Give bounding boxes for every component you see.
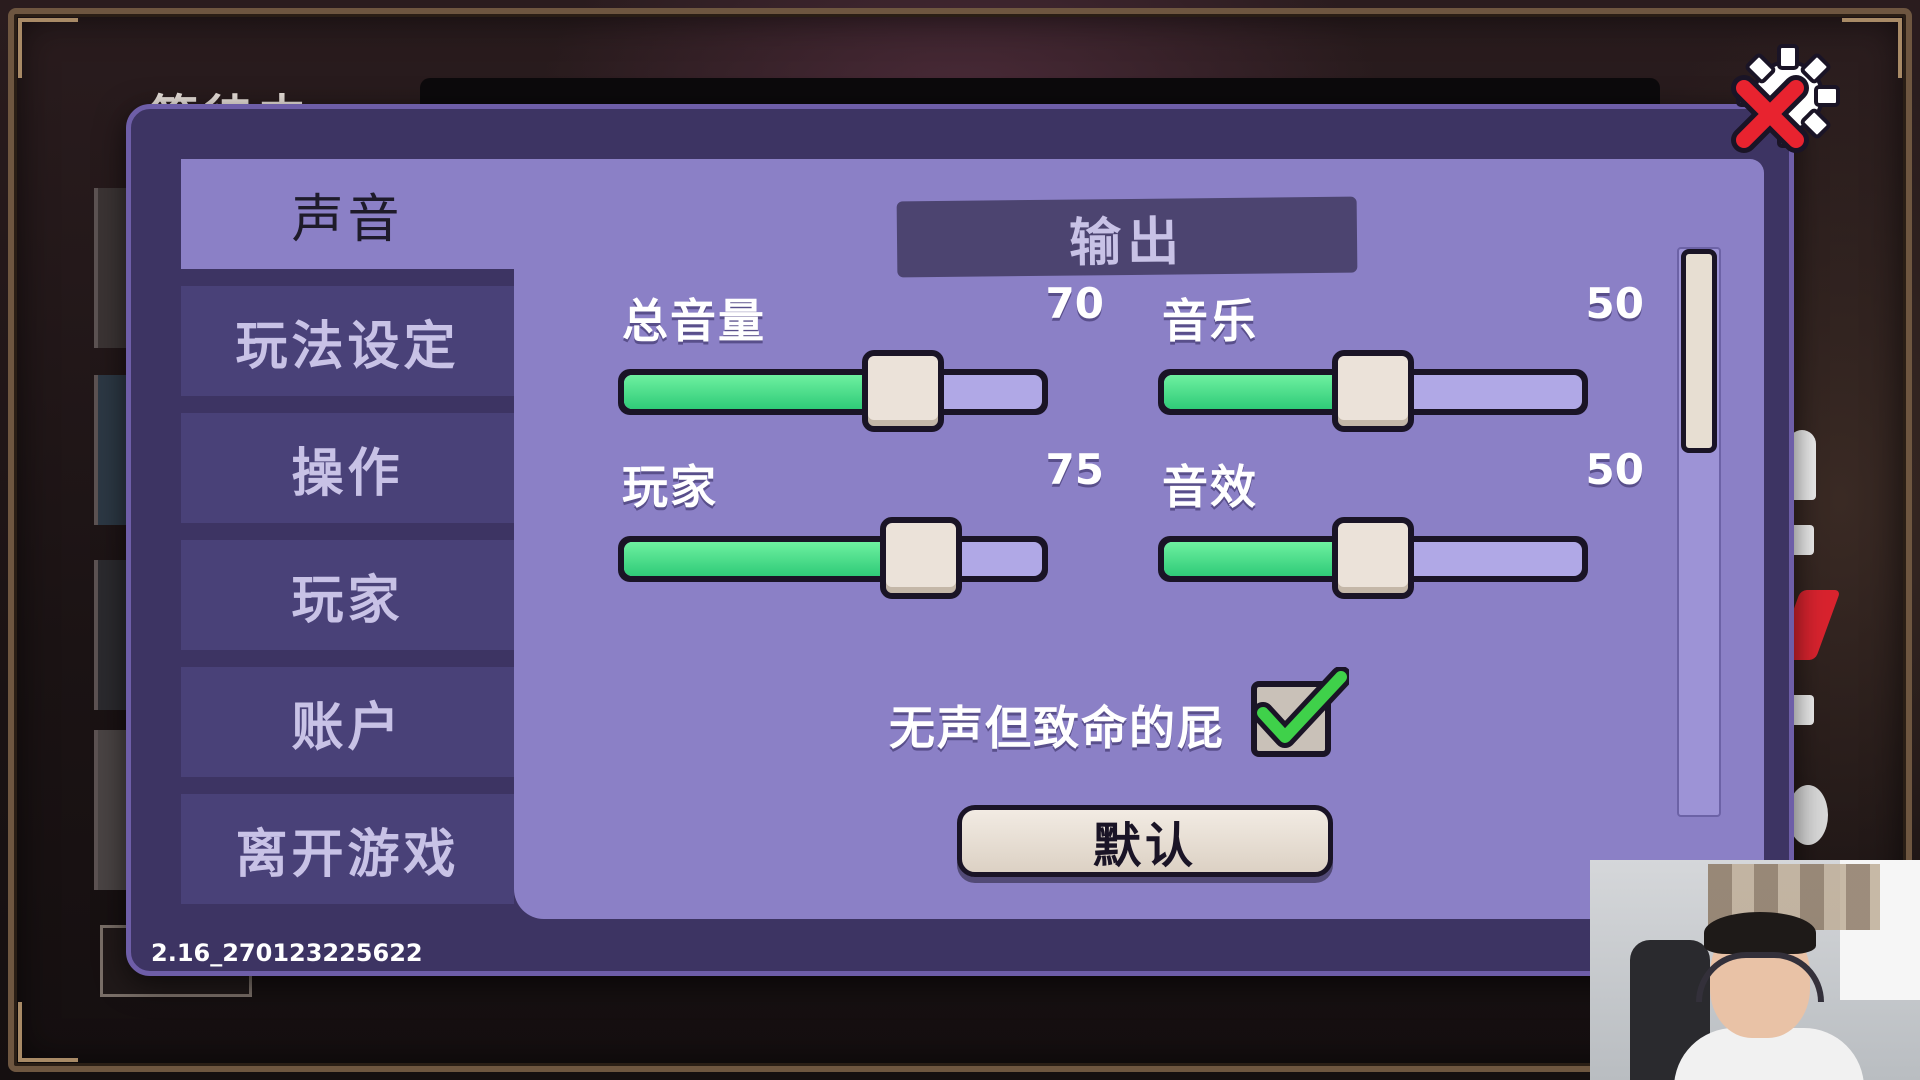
settings-tab-list: 声音 玩法设定 操作 玩家 账户 离开游戏 bbox=[181, 159, 518, 921]
music-volume-value: 50 bbox=[1585, 279, 1644, 328]
background-card bbox=[94, 188, 126, 348]
tab-gameplay[interactable]: 玩法设定 bbox=[181, 286, 514, 396]
player-volume-label: 玩家 bbox=[622, 460, 718, 514]
sfx-volume-value: 50 bbox=[1585, 445, 1644, 494]
tab-controls[interactable]: 操作 bbox=[181, 413, 514, 523]
player-volume-slider[interactable] bbox=[618, 517, 1048, 599]
slider-handle[interactable] bbox=[879, 517, 962, 599]
master-volume-label: 总音量 bbox=[622, 294, 766, 348]
background-decoration bbox=[1788, 785, 1828, 845]
version-label: 2.16_270123225622 bbox=[151, 939, 423, 967]
background-card bbox=[94, 730, 126, 890]
settings-scrollbar[interactable] bbox=[1677, 247, 1721, 817]
close-button[interactable] bbox=[1728, 44, 1840, 162]
sfx-volume-label: 音效 bbox=[1162, 460, 1258, 514]
silent-fart-checkbox[interactable] bbox=[1251, 667, 1349, 757]
master-volume-value: 70 bbox=[1045, 279, 1104, 328]
slider-fill bbox=[624, 542, 921, 576]
webcam-person-hair bbox=[1704, 912, 1816, 954]
default-button[interactable]: 默认 bbox=[957, 805, 1333, 877]
frame-corner bbox=[1842, 18, 1902, 78]
gear-close-icon bbox=[1731, 44, 1840, 153]
slider-track bbox=[624, 375, 1042, 409]
background-card bbox=[94, 560, 126, 710]
checkmark-icon bbox=[1255, 667, 1349, 748]
slider-handle[interactable] bbox=[862, 350, 944, 432]
player-volume-value: 75 bbox=[1045, 445, 1104, 494]
scrollbar-thumb[interactable] bbox=[1681, 249, 1717, 453]
background-card bbox=[94, 375, 126, 525]
music-volume-label: 音乐 bbox=[1162, 294, 1258, 348]
sfx-volume-slider[interactable] bbox=[1158, 517, 1588, 599]
webcam-overlay bbox=[1590, 860, 1920, 1080]
tab-sound[interactable]: 声音 bbox=[181, 159, 518, 286]
tab-leave-game[interactable]: 离开游戏 bbox=[181, 794, 514, 904]
slider-handle[interactable] bbox=[1332, 517, 1414, 599]
tab-account[interactable]: 账户 bbox=[181, 667, 514, 777]
section-header-output: 输出 bbox=[896, 196, 1358, 278]
slider-handle[interactable] bbox=[1332, 350, 1414, 432]
music-volume-slider[interactable] bbox=[1158, 350, 1588, 432]
master-volume-slider[interactable] bbox=[618, 350, 1048, 432]
frame-corner bbox=[18, 1002, 78, 1062]
tab-player[interactable]: 玩家 bbox=[181, 540, 514, 650]
frame-corner bbox=[18, 18, 78, 78]
settings-dialog: 声音 玩法设定 操作 玩家 账户 离开游戏 输出 总音量 70 音乐 50 玩家… bbox=[126, 104, 1794, 976]
silent-fart-label: 无声但致命的屁 bbox=[889, 701, 1225, 755]
slider-track bbox=[624, 542, 1042, 576]
